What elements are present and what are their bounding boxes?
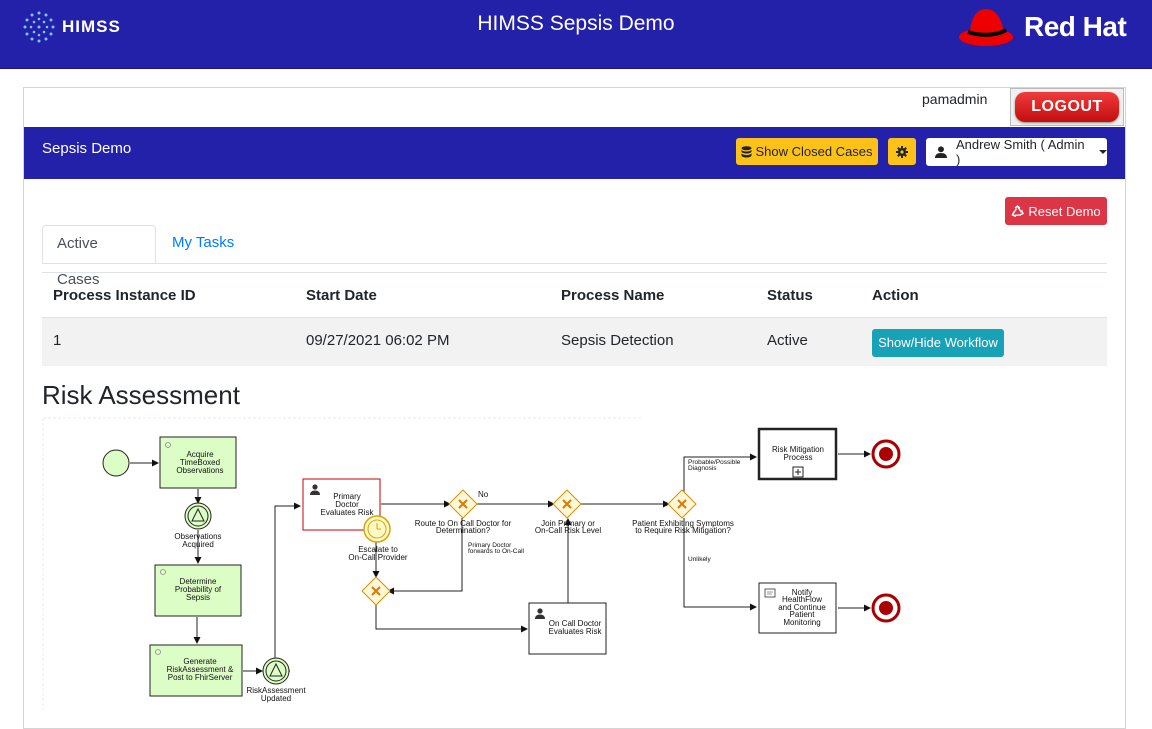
chevron-down-icon — [1099, 149, 1107, 154]
event-observations-acquired: Observations Acquired — [174, 502, 222, 549]
case-tabs: Active Cases My Tasks — [42, 225, 1107, 288]
redhat-hat-icon — [959, 9, 1013, 46]
svg-text:On Call DoctorEvaluates Risk: On Call Doctor Evaluates Risk — [549, 619, 603, 636]
task-on-call-doctor-evaluates[interactable]: On Call Doctor Evaluates Risk — [528, 602, 607, 655]
table-row: 1 09/27/2021 06:02 PM Sepsis Detection A… — [42, 317, 1107, 366]
section-title: Risk Assessment — [42, 380, 240, 410]
show-hide-workflow-button[interactable]: Show/Hide Workflow — [872, 329, 1004, 357]
subprocess-risk-mitigation[interactable]: Risk Mitigation Process — [757, 427, 838, 481]
start-event — [102, 449, 130, 477]
svg-text:ObservationsAcquired: Observations Acquired — [174, 532, 221, 549]
top-header: HIMSS HIMSS Sepsis Demo Red Hat — [0, 0, 1152, 69]
show-closed-cases-label: Show Closed Cases — [755, 144, 873, 159]
user-menu-dropdown[interactable]: Andrew Smith ( Admin ) — [926, 137, 1107, 167]
svg-text:Route to On Call Doctor forDet: Route to On Call Doctor for Determination… — [415, 519, 512, 535]
cases-table: Process Instance ID Start Date Process N… — [42, 272, 1107, 366]
end-event-mitigation — [871, 439, 901, 469]
cell-status: Active — [767, 332, 808, 349]
user-menu-label: Andrew Smith ( Admin ) — [955, 137, 1085, 167]
redhat-logo: Red Hat — [958, 5, 1127, 49]
svg-text:Patient Exhibiting Symptomsto: Patient Exhibiting Symptoms to Require Ri… — [632, 519, 734, 535]
reset-demo-label: Reset Demo — [1028, 203, 1101, 219]
reset-demo-button[interactable]: Reset Demo — [1005, 197, 1107, 225]
svg-text:Join Primary orOn-Call Risk Le: Join Primary or On-Call Risk Level — [535, 519, 601, 535]
task-determine-probability[interactable]: Determine Probability of Sepsis — [154, 564, 242, 617]
flow-label-probable: Probable/Possible Diagnosis — [688, 459, 741, 472]
svg-text:Escalate toOn-Call Provider: Escalate to On-Call Provider — [348, 545, 407, 562]
logout-button-label: LOGOUT — [1015, 92, 1119, 122]
svg-text:RiskAssessmentUpdated: RiskAssessment Updated — [246, 686, 306, 703]
redhat-brand-text: Red Hat — [1024, 11, 1127, 42]
task-acquire-observations[interactable]: Acquire TimeBoxed Observations — [159, 436, 237, 489]
column-header: Start Date — [306, 287, 377, 304]
cell-start-date: 09/27/2021 06:02 PM — [306, 332, 450, 349]
logout-button[interactable]: LOGOUT — [1010, 88, 1124, 126]
tab-my-tasks[interactable]: My Tasks — [158, 225, 248, 263]
subbar-title: Sepsis Demo — [42, 140, 132, 157]
flow-label-no: No — [478, 490, 489, 499]
table-header: Process Instance ID Start Date Process N… — [42, 272, 1107, 317]
user-icon — [935, 146, 947, 158]
column-header: Status — [767, 287, 813, 304]
column-header: Action — [872, 287, 919, 304]
column-header: Process Name — [561, 287, 665, 304]
end-event-notify — [871, 593, 901, 623]
event-risk-assessment-updated: RiskAssessment Updated — [246, 657, 306, 703]
task-notify-healthflow[interactable]: Notify HealthFlow and Continue Patient Monit… — [758, 582, 837, 634]
risk-assessment-diagram: Acquire TimeBoxed Observations Observation… — [42, 417, 901, 710]
sub-header: Sepsis Demo Show Closed Cases Andrew Smi… — [24, 127, 1125, 179]
settings-button[interactable] — [888, 138, 916, 165]
flow-label-forwards: Primary Doctor forwards to On-Call — [468, 542, 525, 555]
cell-process-name: Sepsis Detection — [561, 332, 674, 349]
tab-active-cases[interactable]: Active Cases — [42, 225, 156, 288]
gateway-route-on-call: Route to On Call Doctor for Determination… — [415, 489, 512, 535]
task-generate-risk-assessment[interactable]: Generate RiskAssessment & Post to FhirServ… — [149, 644, 243, 697]
cell-process-id: 1 — [53, 332, 62, 349]
database-icon — [741, 145, 752, 157]
gear-icon — [896, 145, 908, 158]
gateway-merge — [361, 576, 391, 606]
recycle-icon — [1011, 204, 1025, 217]
column-header: Process Instance ID — [53, 287, 196, 304]
gateway-patient-symptoms: Patient Exhibiting Symptoms to Require Ri… — [632, 489, 734, 535]
gateway-join-risk-level: Join Primary or On-Call Risk Level — [535, 489, 601, 535]
flow-label-unlikely: Unlikely — [688, 556, 712, 563]
username: pamadmin — [922, 91, 988, 107]
show-closed-cases-button[interactable]: Show Closed Cases — [736, 138, 878, 165]
